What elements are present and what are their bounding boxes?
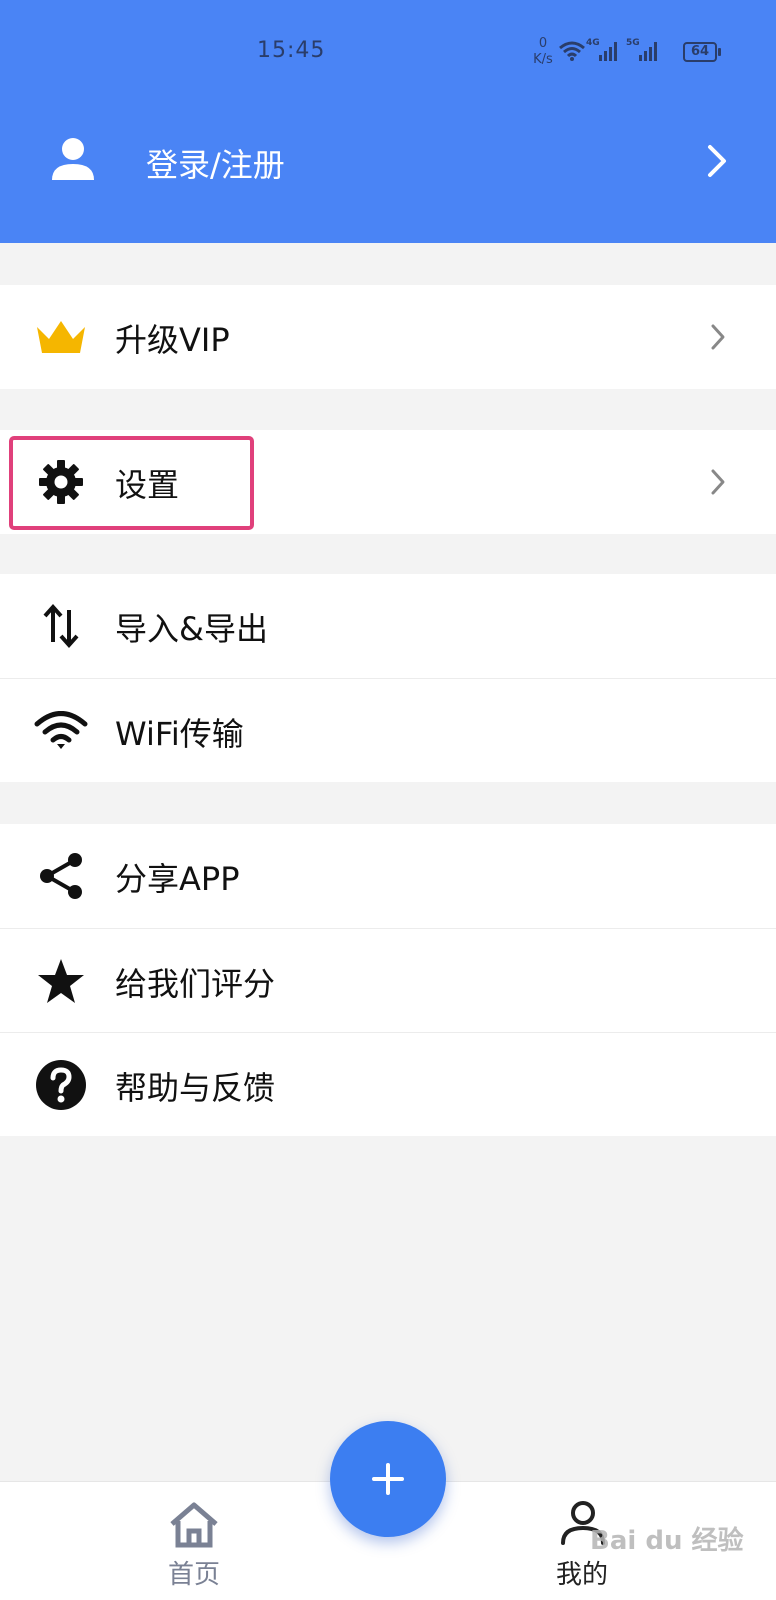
- share-icon: [34, 852, 88, 900]
- menu-item-help-feedback[interactable]: 帮助与反馈: [0, 1032, 776, 1136]
- menu-item-share-app[interactable]: 分享APP: [0, 824, 776, 928]
- status-time: 15:45: [257, 38, 326, 63]
- menu-item-wifi-transfer[interactable]: WiFi传输: [0, 678, 776, 782]
- menu-item-rate-us[interactable]: 给我们评分: [0, 928, 776, 1032]
- chevron-right-icon: [708, 145, 726, 177]
- menu-item-import-export[interactable]: 导入&导出: [0, 574, 776, 678]
- menu-item-label: 分享APP: [115, 860, 240, 898]
- tab-mine-label: 我的: [555, 1560, 608, 1590]
- home-icon: [170, 1502, 218, 1548]
- wifi-icon: [34, 707, 88, 755]
- add-button[interactable]: [330, 1421, 446, 1537]
- vip-card: 升级VIP: [0, 285, 776, 389]
- status-icons: 0 K/s 4G 5G 64: [528, 34, 728, 74]
- signal-2-icon: [639, 42, 657, 61]
- menu-item-upgrade-vip[interactable]: 升级VIP: [0, 285, 776, 389]
- person-icon: [52, 138, 94, 180]
- settings-highlight-box: [9, 436, 254, 530]
- menu-item-label: WiFi传输: [115, 715, 244, 753]
- tab-home[interactable]: 首页: [134, 1502, 254, 1592]
- menu-item-label: 导入&导出: [115, 610, 268, 648]
- chevron-right-icon: [711, 324, 725, 350]
- watermark: Bai du 经验: [590, 1526, 744, 1556]
- login-register-label: 登录/注册: [146, 146, 285, 184]
- login-register-row[interactable]: 登录/注册: [0, 120, 776, 204]
- help-icon: [34, 1060, 88, 1110]
- tab-home-label: 首页: [167, 1560, 220, 1590]
- chevron-right-icon: [711, 469, 725, 495]
- menu-item-label: 升级VIP: [115, 321, 230, 359]
- swap-vertical-icon: [34, 602, 88, 650]
- signal-1-icon: [599, 42, 617, 61]
- support-card: 分享APP 给我们评分 帮助与反馈: [0, 824, 776, 1136]
- wifi-status-icon: [559, 41, 585, 61]
- net-speed: 0 K/s: [533, 36, 553, 67]
- profile-header: 15:45 0 K/s 4G 5G 64 登录/注册: [0, 0, 776, 243]
- star-icon: [34, 957, 88, 1005]
- plus-icon: [372, 1463, 404, 1495]
- battery-tip: [718, 48, 721, 56]
- menu-item-label: 给我们评分: [115, 965, 276, 1003]
- transfer-card: 导入&导出 WiFi传输: [0, 574, 776, 782]
- battery-indicator: 64: [683, 42, 717, 62]
- menu-item-label: 帮助与反馈: [115, 1069, 276, 1107]
- crown-icon: [34, 313, 88, 361]
